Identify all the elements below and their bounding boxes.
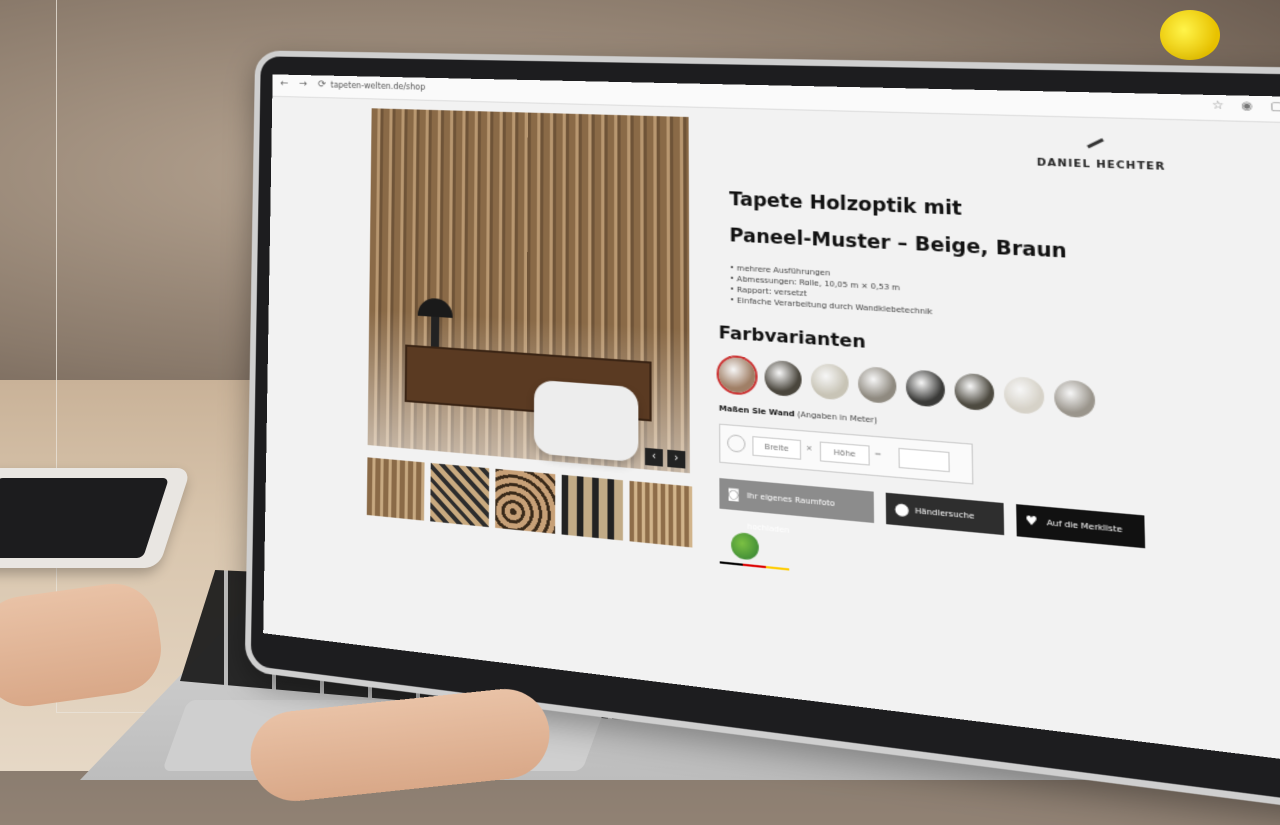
german-flag-stripe <box>719 561 790 571</box>
times-separator: × <box>805 443 813 454</box>
height-input[interactable]: Höhe <box>819 441 870 466</box>
heart-icon: ♥ <box>1025 512 1038 530</box>
upload-room-photo-button[interactable]: ◙ Ihr eigenes Raumfoto hochladen <box>719 478 875 535</box>
color-swatch[interactable] <box>718 356 756 394</box>
product-thumbnail[interactable] <box>561 474 623 541</box>
dimensions-calculator: Breite × Höhe = <box>719 423 974 485</box>
browser-url[interactable]: tapeten-welten.de/shop <box>330 81 425 92</box>
color-swatch[interactable] <box>954 372 995 412</box>
dimensions-label: Maßen Sie Wand (Angaben in Meter) <box>719 404 877 425</box>
product-features: • mehrere Ausführungen • Abmessungen: Ro… <box>730 263 933 318</box>
equals-separator: = <box>874 449 882 459</box>
dimensions-label-strong: Maßen Sie Wand <box>718 404 795 419</box>
browser-extension-icons[interactable]: ☆ ◉ ▢ ⋮ <box>1212 99 1280 114</box>
color-variants-heading: Farbvarianten <box>718 322 866 353</box>
product-hero-image[interactable]: ‹ › <box>367 108 690 474</box>
color-swatch[interactable] <box>1003 375 1045 416</box>
wishlist-button-label: Auf die Merkliste <box>1046 518 1123 535</box>
brand-logo-mark <box>1086 138 1104 149</box>
product-thumbnail[interactable] <box>495 468 556 534</box>
yellow-flower <box>1160 10 1220 60</box>
add-to-wishlist-button[interactable]: ♥ Auf die Merkliste <box>1016 504 1146 549</box>
color-swatch[interactable] <box>810 362 849 401</box>
dealer-search-button[interactable]: ⬤ Händlersuche <box>885 492 1005 536</box>
lamp <box>417 297 453 318</box>
result-field[interactable] <box>898 447 950 473</box>
color-swatch[interactable] <box>905 369 946 408</box>
chevron-left-icon[interactable]: ‹ <box>645 447 663 467</box>
product-thumbnail[interactable] <box>629 480 693 548</box>
chevron-right-icon[interactable]: › <box>667 449 686 469</box>
product-thumbnail[interactable] <box>366 457 425 521</box>
map-pin-icon: ⬤ <box>894 501 910 518</box>
dimensions-hint: (Angaben in Meter) <box>797 410 878 425</box>
upload-button-label: Ihr eigenes Raumfoto hochladen <box>746 491 835 536</box>
color-swatch[interactable] <box>1053 379 1096 419</box>
product-title: Tapete Holzoptik mit Paneel-Muster – Bei… <box>729 182 1128 275</box>
color-swatch[interactable] <box>764 359 802 398</box>
lamp-stand <box>430 316 440 348</box>
smartphone-screen <box>0 478 169 558</box>
color-swatch[interactable] <box>857 365 897 405</box>
product-thumbnail[interactable] <box>430 463 490 528</box>
width-input[interactable]: Breite <box>752 436 802 460</box>
camera-icon: ◙ <box>727 486 740 502</box>
ruler-icon <box>727 434 746 453</box>
browser-nav-icons[interactable]: ← → ⟳ <box>280 78 330 90</box>
brand-logo[interactable]: DANIEL HECHTER <box>1037 158 1166 174</box>
dealer-button-label: Händlersuche <box>914 506 975 521</box>
smartphone <box>0 468 192 568</box>
armchair <box>533 379 639 463</box>
